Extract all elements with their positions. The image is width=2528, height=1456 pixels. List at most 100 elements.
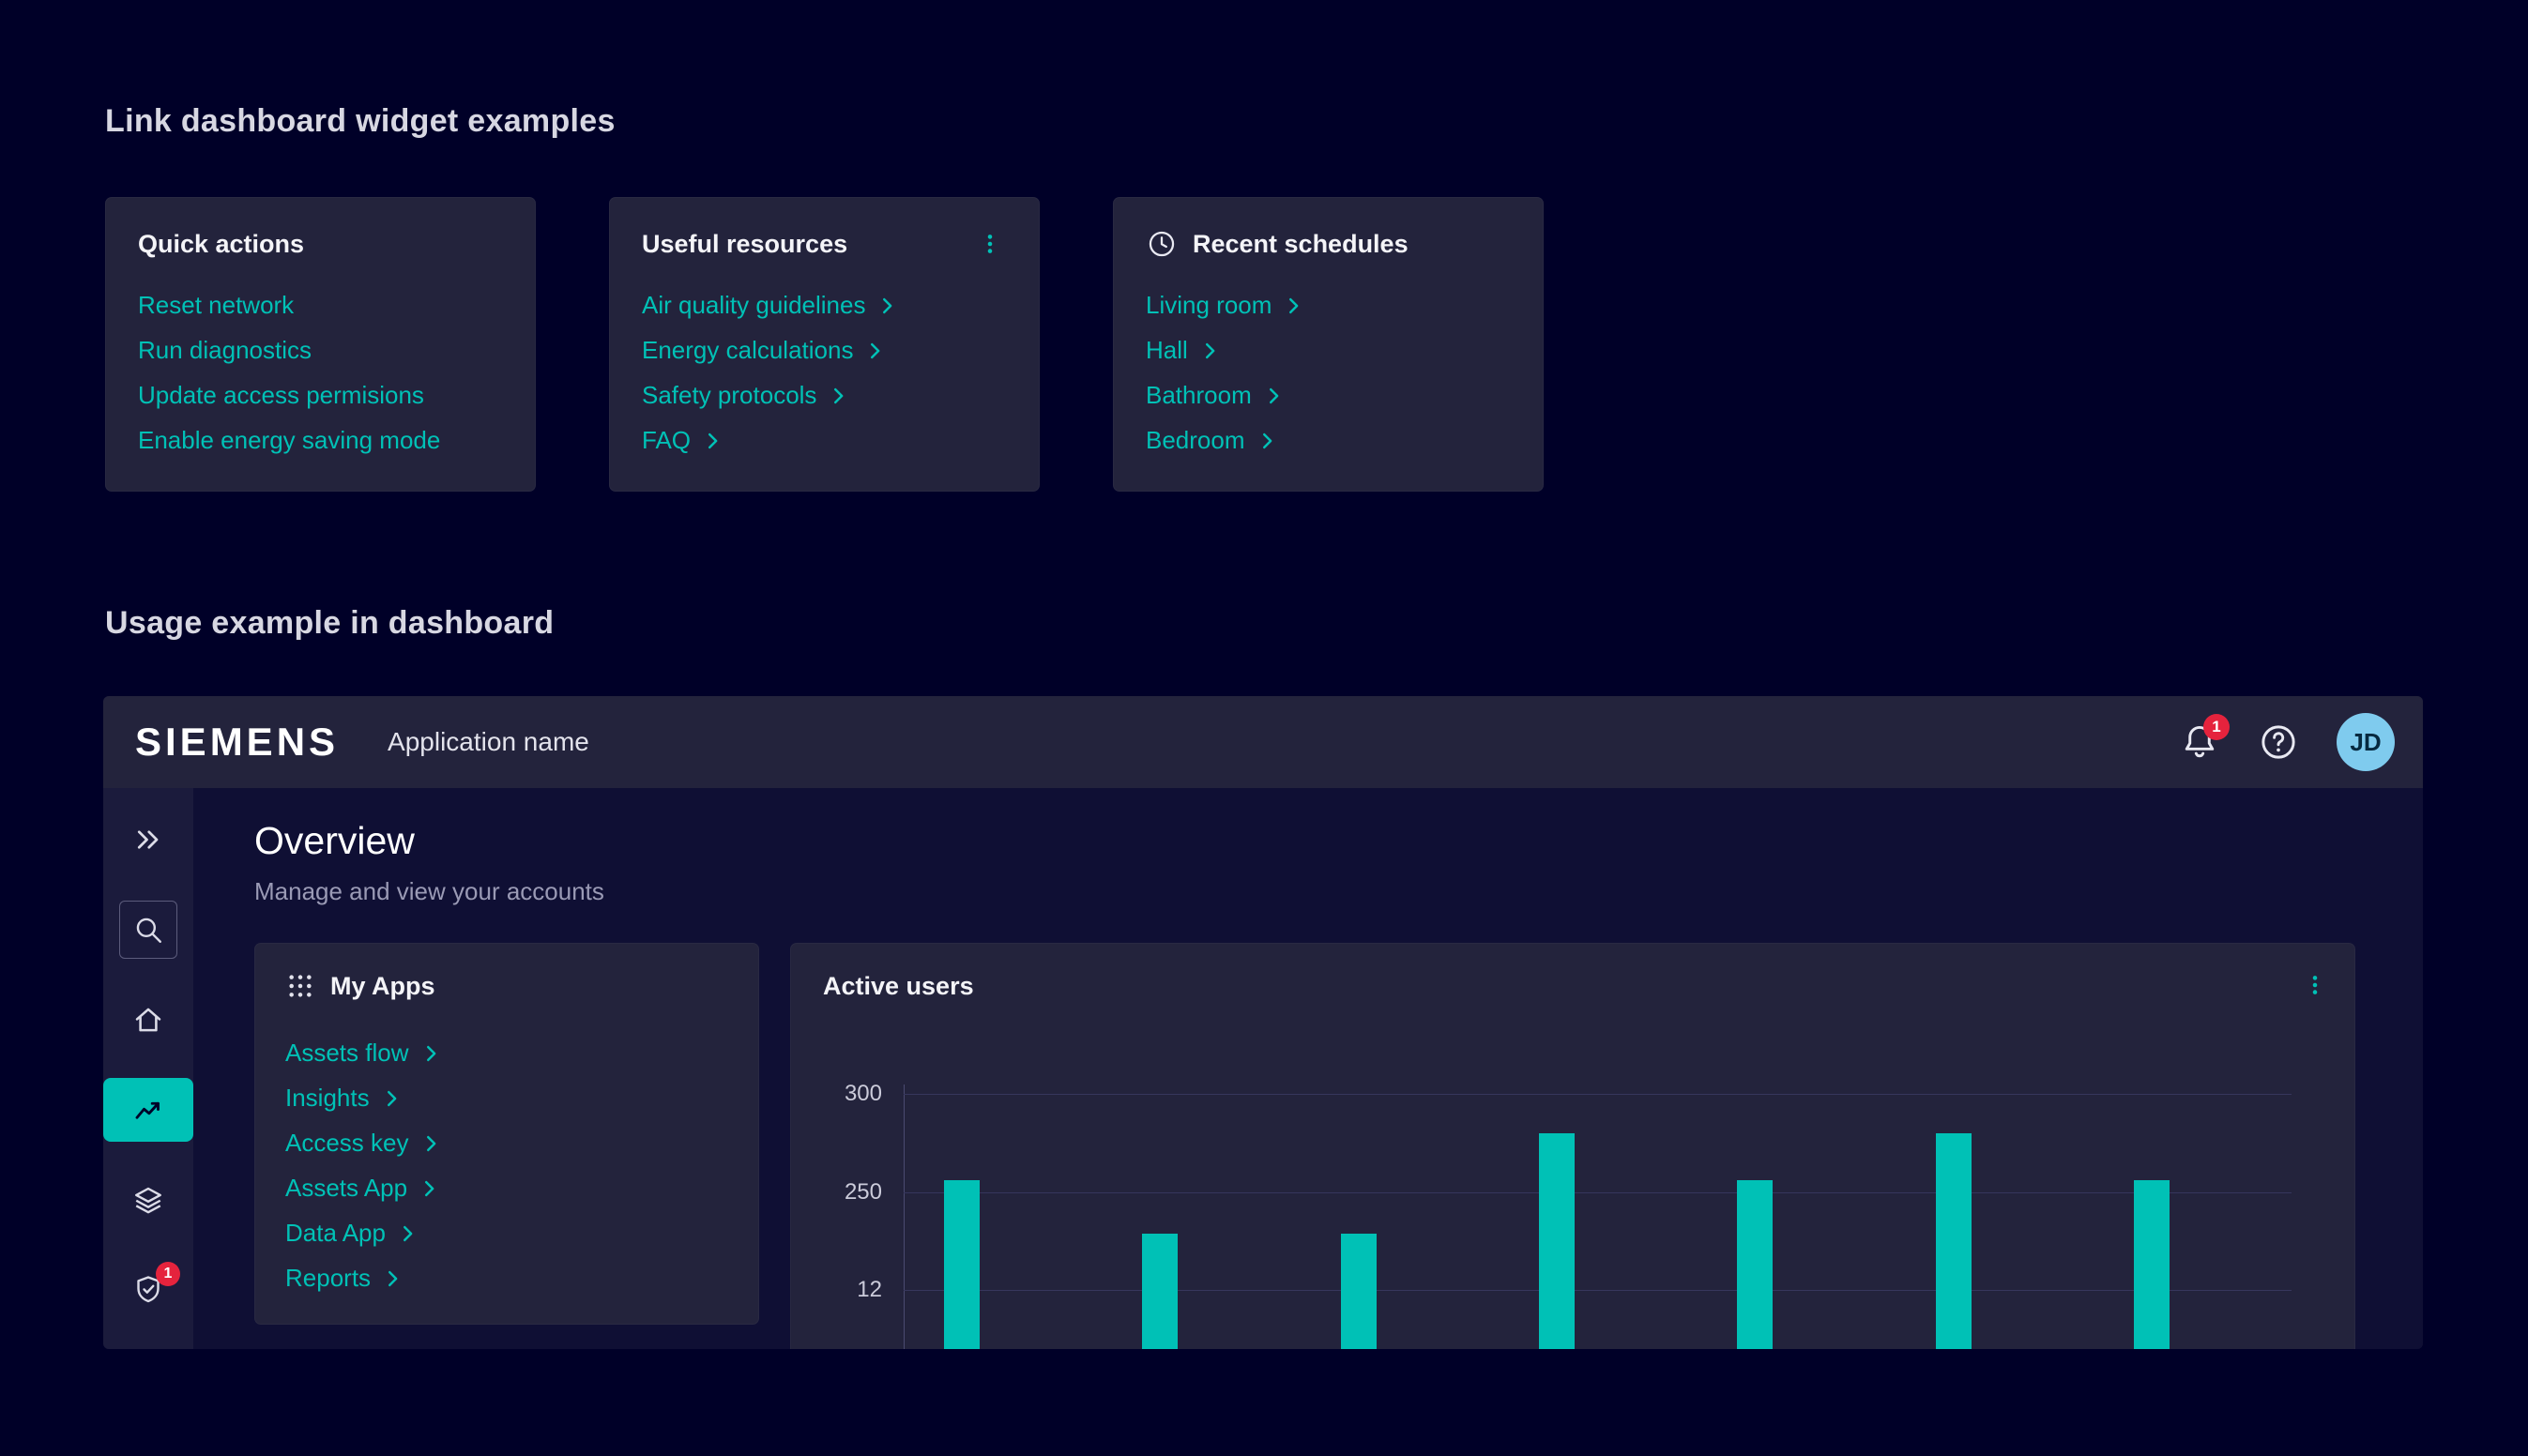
chevron-right-icon (381, 1088, 402, 1109)
useful-resources-links: Air quality guidelines Energy calculatio… (642, 282, 1007, 463)
link-label: Hall (1146, 336, 1188, 365)
link-label: Living room (1146, 291, 1272, 320)
y-tick: 300 (791, 1081, 882, 1107)
sidebar-item-security[interactable]: 1 (103, 1245, 193, 1335)
chevron-right-icon (1263, 386, 1284, 406)
my-apps-title: My Apps (330, 972, 435, 1001)
sidebar-item-layers[interactable] (103, 1155, 193, 1245)
kebab-menu-button[interactable] (973, 227, 1007, 261)
link-update-access-permissions[interactable]: Update access permisions (138, 372, 424, 417)
chevron-right-icon (702, 431, 723, 451)
link-label: Data App (285, 1219, 386, 1248)
card-title-row: Quick actions (138, 226, 503, 262)
chart-bar (1142, 1234, 1178, 1349)
chart-bar (1341, 1234, 1377, 1349)
question-mark-icon (2258, 721, 2299, 763)
link-label: Assets App (285, 1174, 407, 1203)
link-label: Reports (285, 1264, 371, 1293)
link-label: Air quality guidelines (642, 291, 865, 320)
chevron-right-icon (1283, 296, 1303, 316)
sidebar-item-analytics-active[interactable] (103, 1065, 193, 1155)
link-reset-network[interactable]: Reset network (138, 282, 294, 327)
shield-badge-wrap: 1 (131, 1273, 165, 1307)
link-enable-energy-saving[interactable]: Enable energy saving mode (138, 417, 440, 463)
chevron-right-icon (876, 296, 897, 316)
usage-section-heading: Usage example in dashboard (105, 605, 554, 642)
gridline-250 (904, 1192, 2292, 1193)
chevron-right-icon (1256, 431, 1277, 451)
link-assets-app[interactable]: Assets App (285, 1165, 439, 1210)
link-label: Bathroom (1146, 381, 1252, 410)
link-energy-calculations[interactable]: Energy calculations (642, 327, 885, 372)
link-label: Assets flow (285, 1039, 409, 1068)
link-label: Reset network (138, 291, 294, 320)
notifications-button[interactable]: 1 (2179, 721, 2220, 763)
link-run-diagnostics[interactable]: Run diagnostics (138, 327, 312, 372)
page-title: Overview (254, 819, 415, 863)
page-subtitle: Manage and view your accounts (254, 877, 604, 906)
useful-resources-title: Useful resources (642, 230, 847, 259)
link-bedroom[interactable]: Bedroom (1146, 417, 1277, 463)
card-title-row: My Apps (285, 968, 728, 1004)
my-apps-card: My Apps Assets flow Insights Access key (254, 943, 759, 1325)
link-insights[interactable]: Insights (285, 1075, 402, 1120)
link-reports[interactable]: Reports (285, 1255, 403, 1300)
layers-icon (131, 1183, 165, 1217)
link-hall[interactable]: Hall (1146, 327, 1220, 372)
link-label: Run diagnostics (138, 336, 312, 365)
chart-bar (1539, 1133, 1575, 1349)
chevron-right-icon (420, 1133, 441, 1154)
clock-icon (1146, 228, 1178, 260)
user-avatar[interactable]: JD (2337, 713, 2395, 771)
recent-schedules-links: Living room Hall Bathroom Bedroom (1146, 282, 1511, 463)
search-box (119, 901, 177, 959)
y-tick: 12 (791, 1277, 882, 1303)
link-bathroom[interactable]: Bathroom (1146, 372, 1284, 417)
home-icon (131, 1003, 165, 1037)
chevron-right-icon (864, 341, 885, 361)
link-faq[interactable]: FAQ (642, 417, 723, 463)
link-label: Insights (285, 1084, 370, 1113)
card-title-row: Recent schedules (1146, 226, 1511, 262)
quick-actions-title: Quick actions (138, 230, 304, 259)
sidebar: 1 (103, 788, 193, 1349)
chevron-right-icon (1199, 341, 1220, 361)
trend-chart-icon (131, 1093, 165, 1127)
link-air-quality-guidelines[interactable]: Air quality guidelines (642, 282, 897, 327)
active-users-card: Active users 300 250 12 (790, 943, 2355, 1349)
sidebar-item-search[interactable] (103, 885, 193, 975)
sidebar-item-home[interactable] (103, 975, 193, 1065)
kebab-icon (978, 232, 1002, 256)
quick-actions-links: Reset network Run diagnostics Update acc… (138, 282, 503, 463)
apps-grid-icon (285, 971, 315, 1001)
link-data-app[interactable]: Data App (285, 1210, 418, 1255)
dashboard-content: Overview Manage and view your accounts M… (193, 788, 2423, 1349)
security-badge: 1 (156, 1262, 180, 1286)
quick-actions-card: Quick actions Reset network Run diagnost… (105, 197, 536, 492)
link-safety-protocols[interactable]: Safety protocols (642, 372, 848, 417)
help-button[interactable] (2258, 721, 2299, 763)
chevron-right-icon (828, 386, 848, 406)
link-assets-flow[interactable]: Assets flow (285, 1030, 441, 1075)
dashboard-frame: SIEMENS Application name 1 JD (103, 696, 2423, 1349)
header-actions: 1 JD (2179, 713, 2395, 771)
my-apps-links: Assets flow Insights Access key Assets A… (285, 1030, 728, 1300)
chevron-right-icon (420, 1043, 441, 1064)
link-label: Update access permisions (138, 381, 424, 410)
gridline-12 (904, 1290, 2292, 1291)
chevron-right-icon (419, 1178, 439, 1199)
sidebar-expand-button[interactable] (103, 795, 193, 885)
app-header: SIEMENS Application name 1 JD (103, 696, 2423, 788)
chevrons-right-icon (131, 823, 165, 857)
link-living-room[interactable]: Living room (1146, 282, 1303, 327)
link-label: Safety protocols (642, 381, 816, 410)
chart-bar (1936, 1133, 1972, 1349)
link-label: Enable energy saving mode (138, 426, 440, 455)
link-label: Energy calculations (642, 336, 853, 365)
application-name: Application name (388, 727, 589, 757)
chevron-right-icon (397, 1223, 418, 1244)
chart-bar (944, 1180, 980, 1349)
notification-badge: 1 (2203, 714, 2230, 740)
link-access-key[interactable]: Access key (285, 1120, 441, 1165)
gridline-300 (904, 1094, 2292, 1095)
